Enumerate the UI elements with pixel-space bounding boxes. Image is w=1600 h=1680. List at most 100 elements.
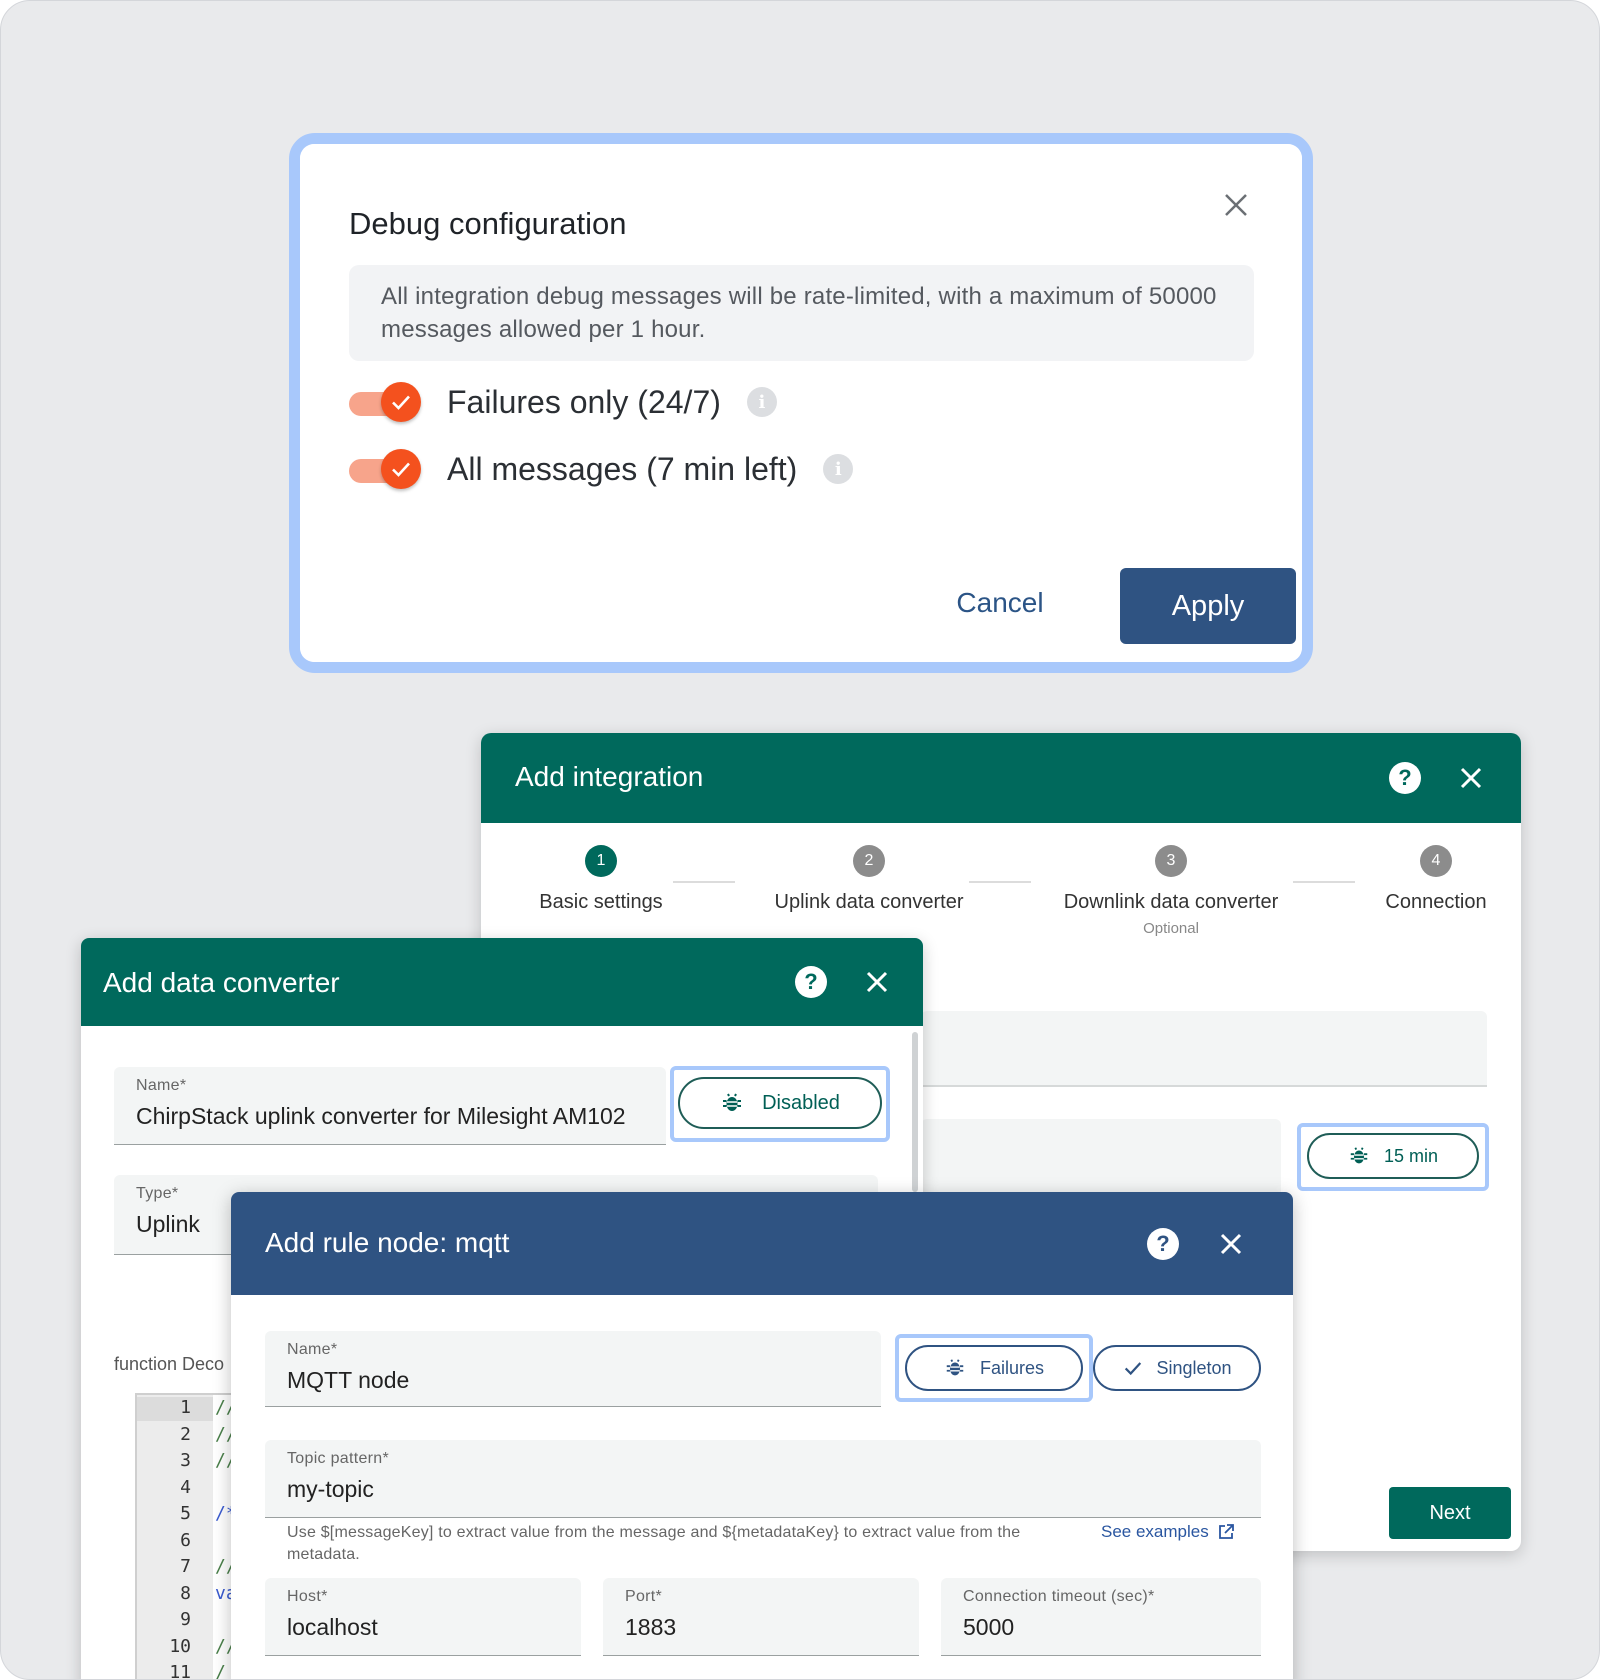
debug-disabled-label: Disabled	[762, 1091, 840, 1114]
external-link-icon	[1218, 1524, 1234, 1539]
dialog-title: Add integration	[515, 761, 704, 792]
step-label: Uplink data converter	[774, 891, 964, 913]
option-all-messages: All messages (7 min left) i	[349, 447, 854, 491]
field-value: my-topic	[287, 1476, 374, 1502]
line-number: 11	[169, 1662, 191, 1680]
debug-duration-label: 15 min	[1383, 1145, 1439, 1166]
close-icon[interactable]	[1455, 762, 1487, 794]
failures-only-label: Failures only (24/7)	[447, 383, 721, 420]
help-icon[interactable]: ?	[795, 966, 827, 998]
field-value: localhost	[287, 1614, 378, 1640]
step-label: Connection	[1385, 891, 1487, 913]
line-number: 1	[180, 1397, 191, 1418]
bug-icon	[1350, 1147, 1368, 1164]
topic-hint: Use $[messageKey] to extract value from …	[287, 1524, 1021, 1563]
step-number: 2	[853, 845, 885, 877]
debug-configuration-dialog: Debug configuration All integration debu…	[300, 144, 1302, 662]
step-basic-settings[interactable]: 1 Basic settings	[521, 845, 681, 914]
dialog-title: Debug configuration	[349, 206, 627, 241]
line-number: 9	[180, 1609, 191, 1630]
step-downlink-converter[interactable]: 3 Downlink data converter Optional	[1047, 845, 1295, 937]
close-icon[interactable]	[1215, 1228, 1247, 1260]
dialog-title: Add data converter	[103, 967, 340, 998]
host-field[interactable]: Host* localhost	[265, 1578, 581, 1656]
line-number: 6	[180, 1529, 191, 1551]
line-number: 5	[180, 1503, 191, 1524]
field-label: Connection timeout (sec)*	[963, 1588, 1155, 1605]
add-rule-node-dialog: Add rule node: mqtt ? Name* MQTT node Fa…	[231, 1192, 1293, 1679]
help-icon[interactable]: ?	[1147, 1228, 1179, 1260]
see-examples-label: See examples	[1101, 1522, 1209, 1541]
debug-button-highlight: Disabled	[670, 1066, 890, 1142]
function-label: function Deco	[114, 1354, 225, 1374]
integration-name-field[interactable]	[921, 1011, 1487, 1087]
port-field[interactable]: Port* 1883	[603, 1578, 919, 1656]
field-value: 5000	[963, 1614, 1015, 1640]
debug-button-highlight: 15 min	[1297, 1123, 1489, 1191]
close-icon[interactable]	[861, 966, 893, 998]
all-messages-toggle[interactable]	[349, 447, 421, 491]
debug-button-highlight: Failures	[895, 1334, 1093, 1402]
step-label: Basic settings	[539, 891, 663, 913]
topic-pattern-field[interactable]: Topic pattern* my-topic	[265, 1440, 1261, 1518]
bug-icon	[946, 1359, 964, 1376]
check-icon	[392, 395, 410, 410]
field-value: 1883	[625, 1614, 677, 1640]
converter-name-field[interactable]: Name* ChirpStack uplink converter for Mi…	[114, 1067, 666, 1145]
step-connector	[1293, 881, 1355, 883]
step-connection[interactable]: 4 Connection	[1361, 845, 1511, 914]
option-failures-only: Failures only (24/7) i	[349, 380, 777, 424]
line-number: 7	[180, 1556, 191, 1577]
background-canvas: Debug configuration All integration debu…	[0, 0, 1600, 1680]
connection-timeout-field[interactable]: Connection timeout (sec)* 5000	[941, 1578, 1261, 1656]
rate-limit-note: All integration debug messages will be r…	[349, 265, 1254, 361]
rule-node-name-field[interactable]: Name* MQTT node	[265, 1331, 881, 1407]
field-value: MQTT node	[287, 1367, 410, 1393]
dialog-title: Add rule node: mqtt	[265, 1227, 510, 1258]
debug-dialog-highlight: Debug configuration All integration debu…	[289, 133, 1313, 673]
close-icon[interactable]	[1219, 188, 1253, 222]
step-connector	[673, 881, 735, 883]
step-label: Downlink data converter	[1063, 891, 1279, 913]
help-icon[interactable]: ?	[1389, 762, 1421, 794]
field-label: Host*	[287, 1588, 328, 1605]
next-button[interactable]: Next	[1389, 1487, 1511, 1539]
check-icon	[1125, 1362, 1142, 1376]
field-label: Topic pattern*	[287, 1450, 390, 1467]
info-icon[interactable]: i	[746, 387, 777, 417]
info-icon[interactable]: i	[823, 454, 854, 484]
failures-only-toggle[interactable]	[349, 380, 421, 424]
singleton-button[interactable]: Singleton	[1093, 1345, 1261, 1391]
field-value: ChirpStack uplink converter for Milesigh…	[136, 1103, 626, 1129]
cancel-button[interactable]: Cancel	[940, 576, 1060, 630]
step-number: 1	[585, 845, 617, 877]
all-messages-label: All messages (7 min left)	[447, 450, 798, 487]
field-label: Port*	[625, 1588, 663, 1605]
dialog-header: Add rule node: mqtt ?	[231, 1192, 1293, 1295]
dialog-header: Add integration ?	[481, 733, 1521, 823]
field-label: Name*	[287, 1341, 338, 1358]
code-line: /	[215, 1662, 226, 1680]
failures-label: Failures	[979, 1357, 1045, 1378]
debug-disabled-button[interactable]: Disabled	[678, 1077, 882, 1129]
dialog-header: Add data converter ?	[81, 938, 923, 1026]
line-number: 10	[169, 1635, 191, 1657]
scrollbar[interactable]	[912, 1032, 918, 1192]
integration-type-field[interactable]	[921, 1119, 1281, 1199]
line-number: 8	[180, 1582, 191, 1604]
line-number: 2	[180, 1423, 191, 1445]
field-label: Name*	[136, 1077, 187, 1094]
step-connector	[969, 881, 1031, 883]
step-number: 3	[1155, 845, 1187, 877]
singleton-label: Singleton	[1156, 1357, 1232, 1378]
apply-button[interactable]: Apply	[1120, 568, 1296, 644]
debug-duration-button[interactable]: 15 min	[1307, 1133, 1479, 1179]
line-number: 4	[180, 1476, 191, 1498]
bug-icon	[723, 1093, 742, 1111]
see-examples-link[interactable]: See examples	[1101, 1522, 1235, 1542]
debug-failures-button[interactable]: Failures	[905, 1345, 1083, 1391]
line-number: 3	[180, 1450, 191, 1471]
step-uplink-converter[interactable]: 2 Uplink data converter	[751, 845, 987, 914]
check-icon	[392, 462, 410, 477]
step-number: 4	[1420, 845, 1452, 877]
